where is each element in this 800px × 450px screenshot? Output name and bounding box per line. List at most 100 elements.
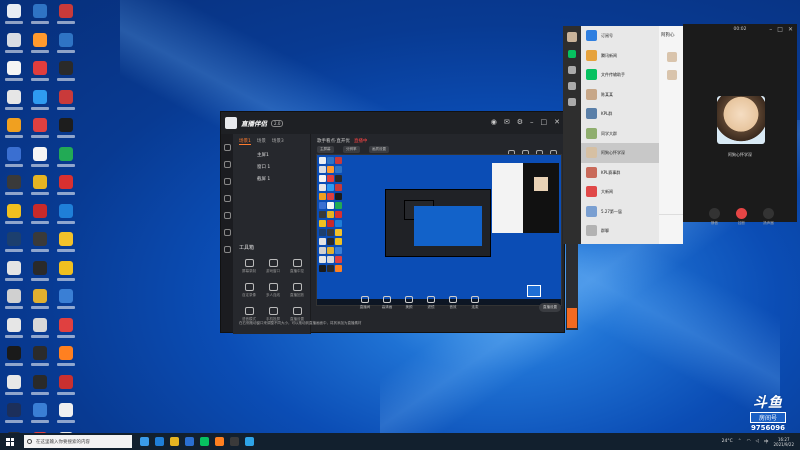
chip-resolution[interactable]: 分辨率 — [343, 146, 360, 153]
desktop-icon[interactable] — [28, 401, 52, 429]
conversation-item[interactable]: 文件传输助手 — [581, 65, 659, 85]
nav-task-icon[interactable] — [223, 212, 231, 219]
desktop-icon[interactable] — [54, 259, 78, 287]
scene-tab[interactable]: 场景3 — [272, 138, 284, 145]
minimize-icon[interactable]: – — [530, 118, 534, 126]
desktop-icon[interactable] — [28, 145, 52, 173]
desktop-icon[interactable] — [54, 88, 78, 116]
desktop-icon[interactable] — [2, 373, 26, 401]
avatar[interactable] — [567, 32, 577, 42]
conversation-item[interactable]: 同学大群 — [581, 124, 659, 144]
message-input[interactable] — [659, 214, 683, 244]
nav-data-icon[interactable] — [223, 178, 231, 185]
nav-fans-icon[interactable] — [223, 195, 231, 202]
scene-tab[interactable]: 场景1 — [239, 138, 251, 145]
weather-temp[interactable]: 24°C — [722, 439, 733, 444]
desktop-icon[interactable] — [28, 287, 52, 315]
desktop-icon[interactable] — [54, 173, 78, 201]
chip-quality[interactable]: 画质设置 — [369, 146, 389, 153]
app-title-bar[interactable]: 直播伴侣 2.0 ◉ ✉ ⚙ – □ ✕ — [221, 112, 564, 134]
scene-tab[interactable]: 场景 — [257, 138, 266, 145]
desktop-icon[interactable] — [28, 259, 52, 287]
bottom-tool[interactable]: 音效 — [445, 296, 461, 318]
desktop-icon[interactable] — [2, 259, 26, 287]
bottom-tool[interactable]: 高清画 — [379, 296, 395, 318]
chevron-up-icon[interactable]: ⌃ — [738, 439, 742, 444]
chat-icon[interactable] — [568, 50, 576, 58]
conversation-item[interactable]: KPL赛事群 — [581, 163, 659, 183]
favorites-icon[interactable] — [568, 82, 576, 90]
desktop-icon[interactable] — [28, 344, 52, 372]
desktop-icon[interactable] — [28, 116, 52, 144]
network-icon[interactable]: ◠ — [747, 439, 751, 444]
desktop-icon[interactable] — [54, 287, 78, 315]
desktop-icon[interactable] — [28, 88, 52, 116]
minimize-icon[interactable]: – — [769, 26, 772, 33]
user-avatar-icon[interactable]: ◉ — [491, 118, 497, 126]
desktop-icon[interactable] — [54, 344, 78, 372]
desktop-icon[interactable] — [2, 316, 26, 344]
desktop-icon[interactable] — [2, 59, 26, 87]
desktop-icon[interactable] — [2, 2, 26, 30]
contacts-icon[interactable] — [568, 66, 576, 74]
conversation-item[interactable]: 大新闻 — [581, 182, 659, 202]
toolbox-item[interactable]: 直播回放 — [285, 280, 309, 304]
scene-item[interactable]: 窗口 1 — [233, 161, 310, 173]
speaker-button[interactable]: 扬声器 — [763, 208, 774, 226]
taskbar-search[interactable]: 在这里输入你要搜索的内容 — [24, 435, 132, 448]
toolbox-item[interactable]: 屏幕录制 — [237, 256, 261, 280]
desktop-icon[interactable] — [2, 202, 26, 230]
clock[interactable]: 16:27 2021/9/22 — [773, 437, 794, 447]
files-icon[interactable] — [568, 98, 576, 106]
nav-more-icon[interactable] — [223, 246, 231, 253]
conversation-item[interactable]: 陈某某 — [581, 85, 659, 105]
streamer-app-window[interactable]: 直播伴侣 2.0 ◉ ✉ ⚙ – □ ✕ 场景1 场景 场景3 主屏1 窗口 1 截屏 … — [220, 111, 565, 334]
taskbar-app-icon[interactable] — [185, 437, 194, 446]
bottom-tool[interactable]: 美颜 — [401, 296, 417, 318]
stream-title[interactable]: 歌手看点·直开优 直播中 — [317, 138, 367, 144]
mute-button[interactable]: 静音 — [709, 208, 720, 226]
conversation-item[interactable]: 腾讯新闻 — [581, 46, 659, 66]
desktop-icon[interactable] — [54, 31, 78, 59]
live-preview[interactable] — [316, 154, 562, 306]
desktop-icon[interactable] — [54, 116, 78, 144]
toolbox-item[interactable]: 游戏窗口 — [261, 256, 285, 280]
close-icon[interactable]: ✕ — [554, 118, 560, 126]
desktop-icon[interactable] — [54, 202, 78, 230]
bottom-tool[interactable]: 滤镜 — [423, 296, 439, 318]
desktop-icon[interactable] — [54, 2, 78, 30]
desktop-icon[interactable] — [2, 88, 26, 116]
volume-icon[interactable]: ◁ — [756, 439, 759, 444]
toolbox-item[interactable]: 自定录像 — [237, 280, 261, 304]
conversation-item[interactable]: 订阅号 — [581, 26, 659, 46]
desktop-icon[interactable] — [54, 145, 78, 173]
desktop-icon[interactable] — [2, 401, 26, 429]
taskbar-app-icon[interactable] — [170, 437, 179, 446]
hangup-button[interactable]: 挂断 — [736, 208, 747, 226]
desktop-icon[interactable] — [2, 344, 26, 372]
bottom-tool[interactable]: 连麦 — [467, 296, 483, 318]
live-settings-button[interactable]: 直播设置 — [539, 303, 561, 312]
desktop-icon[interactable] — [28, 230, 52, 258]
desktop-icon[interactable] — [28, 2, 52, 30]
desktop-icon[interactable] — [2, 116, 26, 144]
desktop-icon[interactable] — [28, 373, 52, 401]
taskbar-app-icon[interactable] — [140, 437, 149, 446]
nav-live-icon[interactable] — [223, 161, 231, 168]
desktop-icon[interactable] — [2, 145, 26, 173]
wechat-window[interactable]: 订阅号 腾讯新闻 文件传输助手 陈某某 KPL群 同学大群 阿狗心怀学深 KPL赛事群 大新闻 5… — [563, 26, 683, 244]
conversation-item[interactable]: 阿狗心怀学深 — [581, 143, 659, 163]
taskbar-app-icon[interactable] — [155, 437, 164, 446]
start-live-button[interactable] — [567, 308, 577, 328]
desktop-icon[interactable] — [54, 316, 78, 344]
conversation-item[interactable]: 5.27第一届 — [581, 202, 659, 222]
taskbar-app-icon[interactable] — [200, 437, 209, 446]
desktop-icon[interactable] — [28, 202, 52, 230]
desktop-icon[interactable] — [54, 373, 78, 401]
toolbox-item[interactable]: 多人连线 — [261, 280, 285, 304]
maximize-icon[interactable]: □ — [777, 26, 783, 33]
desktop-icon[interactable] — [2, 31, 26, 59]
desktop-icon[interactable] — [54, 230, 78, 258]
chip-screen[interactable]: 主屏幕 — [317, 146, 334, 153]
desktop-icon[interactable] — [28, 31, 52, 59]
